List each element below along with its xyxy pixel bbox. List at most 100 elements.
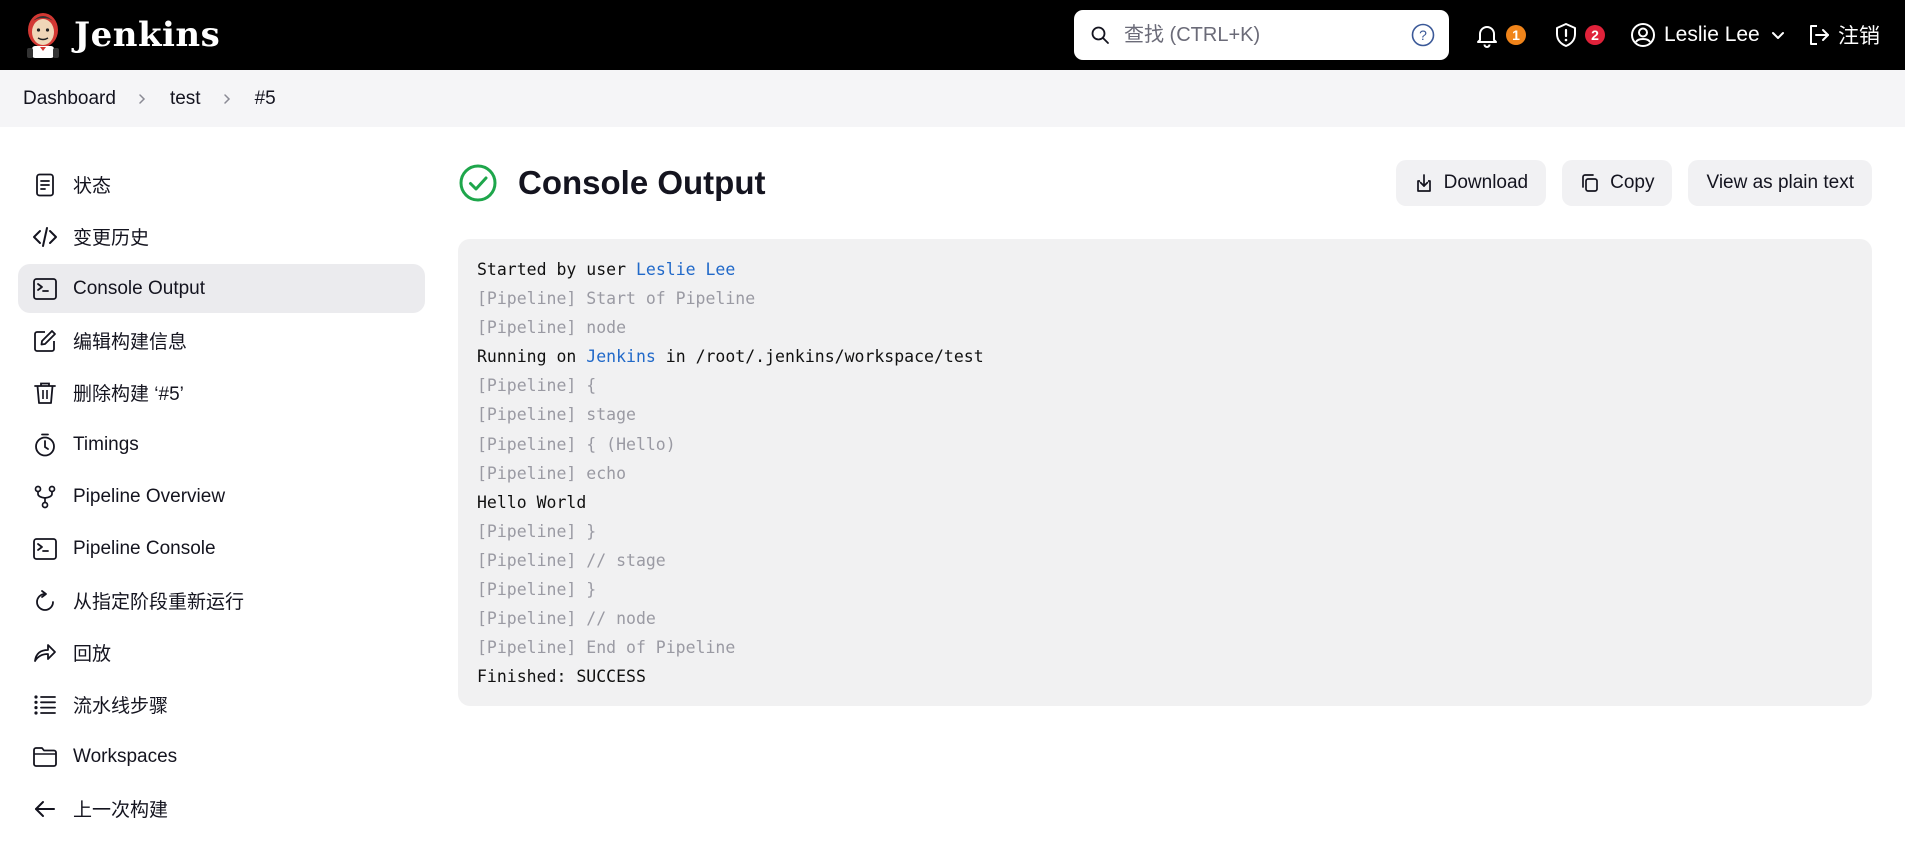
- list-icon: [34, 694, 56, 715]
- terminal-icon: [33, 277, 57, 300]
- sidebar-item-label: 删除构建 ‘#5’: [73, 384, 184, 405]
- sidebar-item-label: Console Output: [73, 277, 206, 299]
- document-icon: [36, 173, 54, 196]
- shield-alert-icon: [1556, 23, 1576, 47]
- breadcrumb-build[interactable]: #5: [255, 88, 276, 110]
- console-line: [Pipeline] { (Hello): [477, 434, 676, 454]
- sidebar-item-delete-build[interactable]: 删除构建 ‘#5’: [18, 368, 425, 417]
- logout-button[interactable]: 注销: [1806, 14, 1880, 56]
- bell-icon: [1477, 26, 1497, 48]
- top-bar: Jenkins ? 1 2 Leslie L: [0, 0, 1905, 70]
- sidebar-item-edit-build-info[interactable]: 编辑构建信息: [18, 316, 425, 365]
- download-label: Download: [1443, 172, 1529, 193]
- user-avatar-icon: [1631, 23, 1655, 47]
- sidebar-item-label: 上一次构建: [73, 800, 169, 821]
- sidebar-item-replay[interactable]: 回放: [18, 628, 425, 677]
- jenkins-butler-icon: [27, 13, 59, 58]
- branch-icon: [34, 485, 56, 508]
- search-box: ?: [1074, 10, 1449, 60]
- console-actions: Download Copy View as plain text: [1380, 160, 1872, 206]
- copy-button[interactable]: Copy: [1562, 160, 1673, 206]
- sidebar-item-label: Pipeline Overview: [73, 485, 226, 507]
- search-input[interactable]: [1124, 10, 1394, 60]
- view-plain-text-button[interactable]: View as plain text: [1688, 160, 1872, 206]
- download-button[interactable]: Download: [1395, 160, 1547, 206]
- breadcrumb-job[interactable]: test: [170, 88, 201, 110]
- notifications-badge: 1: [1506, 25, 1526, 45]
- console-text: Running on: [477, 347, 587, 367]
- sidebar-item-timings[interactable]: Timings: [18, 420, 425, 469]
- console-line: Running on Jenkins in /root/.jenkins/wor…: [477, 342, 1853, 371]
- sidebar-item-console-output[interactable]: Console Output: [18, 264, 425, 313]
- user-menu[interactable]: Leslie Lee: [1630, 14, 1786, 56]
- stopwatch-icon: [35, 433, 55, 456]
- console-line: Finished: SUCCESS: [477, 667, 646, 687]
- sidebar-item-label: Timings: [73, 433, 139, 455]
- security-badge: 2: [1585, 25, 1605, 45]
- console-text: Started by user: [477, 260, 636, 279]
- code-icon: [33, 226, 57, 247]
- chevron-down-icon: [1771, 32, 1784, 39]
- jenkins-logo[interactable]: Jenkins: [24, 10, 220, 60]
- chevron-right-icon: [223, 93, 230, 104]
- replay-icon: [34, 643, 56, 662]
- notifications-button[interactable]: 1: [1474, 14, 1526, 56]
- sidebar-item-label: 从指定阶段重新运行: [73, 592, 245, 613]
- logout-label: 注销: [1838, 25, 1880, 48]
- console-line: [Pipeline] echo: [477, 463, 627, 483]
- arrow-left-icon: [35, 800, 55, 817]
- sidebar-item-label: 流水线步骤: [73, 696, 169, 717]
- console-text: in /root/.jenkins/workspace/test: [655, 347, 984, 367]
- copy-label: Copy: [1610, 172, 1655, 193]
- console-line: [Pipeline] stage: [477, 405, 636, 425]
- console-line: [Pipeline] End of Pipeline: [477, 638, 736, 658]
- console-line: [Pipeline] // node: [477, 609, 656, 629]
- console-line: [Pipeline] }: [477, 580, 597, 600]
- console-line: [Pipeline] // stage: [477, 550, 666, 570]
- rerun-icon: [36, 589, 54, 611]
- breadcrumb: Dashboard test #5: [0, 70, 1905, 127]
- help-icon[interactable]: ?: [1411, 23, 1435, 47]
- sidebar-item-label: 变更历史: [73, 228, 150, 249]
- sidebar-item-changes[interactable]: 变更历史: [18, 212, 425, 261]
- user-name: Leslie Lee: [1664, 23, 1760, 46]
- sidebar-item-workspaces[interactable]: Workspaces: [18, 732, 425, 781]
- download-icon: [1416, 174, 1431, 192]
- copy-icon: [1582, 174, 1598, 192]
- console-line: [Pipeline] Start of Pipeline: [477, 289, 756, 309]
- sidebar-item-previous-build[interactable]: 上一次构建: [18, 784, 425, 833]
- console-line: [Pipeline] {: [477, 376, 597, 396]
- logout-icon: [1810, 25, 1829, 45]
- security-button[interactable]: 2: [1553, 14, 1605, 56]
- sidebar-item-pipeline-steps[interactable]: 流水线步骤: [18, 680, 425, 729]
- trash-icon: [34, 382, 56, 404]
- console-output[interactable]: Started by user Leslie Lee [Pipeline] Sta…: [458, 239, 1872, 706]
- folder-icon: [33, 746, 57, 767]
- sidebar-item-pipeline-overview[interactable]: Pipeline Overview: [18, 472, 425, 521]
- terminal-icon: [33, 537, 57, 560]
- console-link[interactable]: Jenkins: [586, 347, 656, 366]
- sidebar-item-restart-from-stage[interactable]: 从指定阶段重新运行: [18, 576, 425, 625]
- sidebar-item-label: 状态: [73, 176, 112, 197]
- success-check-icon: [459, 164, 497, 202]
- console-line: [Pipeline] }: [477, 521, 597, 541]
- console-line: [Pipeline] node: [477, 318, 627, 338]
- sidebar-item-label: 回放: [73, 644, 112, 665]
- page-title: Console Output: [518, 164, 766, 201]
- page-header: Console Output: [458, 160, 765, 206]
- sidebar-item-status[interactable]: 状态: [18, 160, 425, 209]
- sidebar-item-label: 编辑构建信息: [73, 332, 188, 353]
- sidebar-item-label: Workspaces: [73, 745, 178, 767]
- svg-text:?: ?: [1419, 27, 1427, 43]
- breadcrumb-dashboard[interactable]: Dashboard: [23, 88, 116, 110]
- console-line: Started by user Leslie Lee: [477, 255, 1853, 284]
- edit-icon: [34, 329, 56, 352]
- sidebar-item-pipeline-console[interactable]: Pipeline Console: [18, 524, 425, 573]
- view-plain-text-label: View as plain text: [1706, 172, 1854, 193]
- sidebar-item-label: Pipeline Console: [73, 537, 216, 559]
- console-link[interactable]: Leslie Lee: [636, 260, 735, 279]
- search-icon: [1091, 26, 1109, 44]
- chevron-right-icon: [139, 93, 146, 104]
- sidebar: 状态 变更历史 Console Output 编辑构建信息 删除构建 ‘#5’ …: [18, 160, 425, 836]
- console-line: Hello World: [477, 492, 587, 512]
